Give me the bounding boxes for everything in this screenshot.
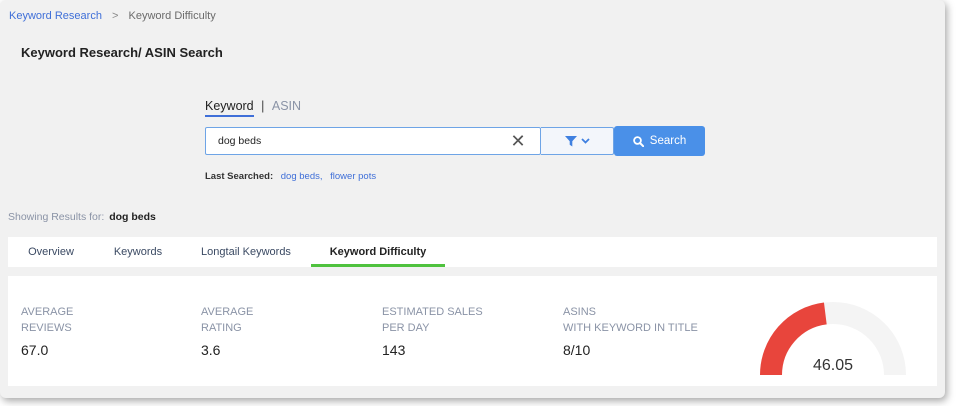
filter-icon [564,135,577,146]
search-input-wrap: ✕ [205,127,541,155]
stat-label: PER DAY [382,321,430,334]
difficulty-gauge: 46.05 [758,288,908,380]
stat-value: 3.6 [201,342,221,358]
showing-results-label: Showing Results for: [8,211,105,223]
tab-longtail-keywords[interactable]: Longtail Keywords [190,237,302,267]
chevron-down-icon [580,138,590,144]
gauge-value: 46.05 [812,357,854,374]
stat-estimated-sales: ESTIMATED SALES PER DAY 143 [382,305,483,358]
breadcrumb-current: Keyword Difficulty [128,10,216,22]
stat-label: RATING [201,321,242,334]
tab-keyword-difficulty[interactable]: Keyword Difficulty [311,237,445,267]
stats-card: AVERAGE REVIEWS 67.0 AVERAGE RATING 3.6 … [8,276,937,386]
mode-tab-asin[interactable]: ASIN [272,99,301,113]
stat-label: ASINS [563,306,597,318]
stat-value: 143 [382,342,406,358]
breadcrumb-keyword-research[interactable]: Keyword Research [9,10,102,22]
filter-dropdown-button[interactable] [541,127,614,155]
stat-value: 8/10 [563,342,591,358]
tab-overview[interactable]: Overview [14,237,88,267]
last-searched-label: Last Searched: [205,171,274,182]
search-mode-tabs: Keyword | ASIN [205,99,301,117]
search-input[interactable] [218,128,508,154]
stat-label: WITH KEYWORD IN TITLE [563,321,698,334]
search-icon [632,135,644,147]
stat-value: 67.0 [21,342,49,358]
mode-tab-separator: | [261,99,265,113]
search-button-label: Search [649,135,687,147]
last-searched-item[interactable]: dog beds, [281,171,323,182]
page-title: Keyword Research/ ASIN Search [21,45,223,60]
app-frame: Keyword Research > Keyword Difficulty Ke… [0,0,945,398]
result-tabs: Overview Keywords Longtail Keywords Keyw… [8,237,937,267]
clear-icon[interactable]: ✕ [510,132,526,150]
breadcrumb-separator: > [112,10,119,22]
tab-keywords[interactable]: Keywords [100,237,176,267]
stat-asins-with-keyword: ASINS WITH KEYWORD IN TITLE 8/10 [563,305,698,358]
stat-average-reviews: AVERAGE REVIEWS 67.0 [21,305,73,358]
mode-tab-keyword[interactable]: Keyword [205,99,254,117]
stat-label: ESTIMATED SALES [382,306,483,318]
last-searched: Last Searched: dog beds, flower pots [205,171,380,182]
last-searched-item[interactable]: flower pots [330,171,376,182]
stat-average-rating: AVERAGE RATING 3.6 [201,305,253,358]
showing-results: Showing Results for: dog beds [8,211,156,223]
stat-label: AVERAGE [201,306,254,318]
breadcrumb: Keyword Research > Keyword Difficulty [9,10,216,22]
stat-label: REVIEWS [21,321,72,334]
search-button[interactable]: Search [614,126,705,156]
stat-label: AVERAGE [21,306,74,318]
showing-results-term: dog beds [109,211,156,223]
